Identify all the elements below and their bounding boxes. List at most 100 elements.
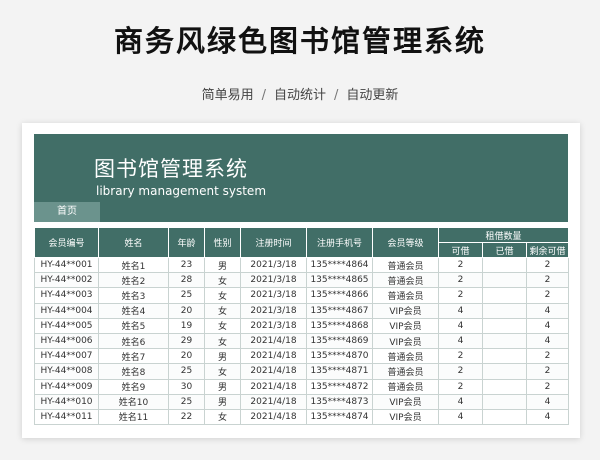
borrowed-cell[interactable] — [482, 287, 527, 304]
member-id-cell[interactable]: HY-44**005 — [34, 317, 99, 334]
remaining-cell[interactable]: 4 — [525, 393, 570, 410]
member-id-cell[interactable]: HY-44**006 — [34, 332, 99, 350]
column-header[interactable]: 注册时间 — [240, 227, 307, 258]
name-cell[interactable]: 姓名3 — [98, 287, 169, 304]
member-level-cell[interactable]: 普通会员 — [372, 348, 439, 365]
register-date-cell[interactable]: 2021/3/18 — [240, 287, 307, 304]
name-cell[interactable]: 姓名2 — [98, 272, 169, 289]
table-row[interactable]: HY-44**006 姓名6 29 女 2021/4/18 135****4869 VIP会… — [34, 332, 570, 350]
age-cell[interactable]: 28 — [168, 272, 205, 289]
gender-cell[interactable]: 女 — [204, 332, 241, 350]
gender-cell[interactable]: 女 — [204, 363, 241, 380]
remaining-cell[interactable]: 4 — [525, 317, 570, 334]
age-cell[interactable]: 25 — [168, 287, 205, 304]
member-level-cell[interactable]: 普通会员 — [372, 256, 439, 274]
name-cell[interactable]: 姓名6 — [98, 332, 169, 350]
member-level-cell[interactable]: 普通会员 — [372, 287, 439, 304]
name-cell[interactable]: 姓名4 — [98, 302, 169, 319]
tab-home[interactable]: 首页 — [34, 202, 100, 222]
member-level-cell[interactable]: VIP会员 — [372, 393, 439, 410]
borrowed-cell[interactable] — [482, 363, 527, 380]
gender-cell[interactable]: 女 — [204, 408, 241, 426]
gender-cell[interactable]: 女 — [204, 302, 241, 319]
gender-cell[interactable]: 男 — [204, 256, 241, 274]
available-cell[interactable]: 4 — [438, 317, 483, 334]
available-cell[interactable]: 2 — [438, 256, 483, 274]
remaining-cell[interactable]: 2 — [525, 378, 570, 395]
available-cell[interactable]: 2 — [438, 378, 483, 395]
table-row[interactable]: HY-44**005 姓名5 19 女 2021/3/18 135****4868 VIP会… — [34, 317, 570, 334]
member-id-cell[interactable]: HY-44**010 — [34, 393, 99, 410]
name-cell[interactable]: 姓名7 — [98, 348, 169, 365]
age-cell[interactable]: 23 — [168, 256, 205, 274]
age-cell[interactable]: 25 — [168, 393, 205, 410]
phone-cell[interactable]: 135****4870 — [306, 348, 373, 365]
phone-cell[interactable]: 135****4868 — [306, 317, 373, 334]
member-id-cell[interactable]: HY-44**011 — [34, 408, 99, 426]
table-row[interactable]: HY-44**004 姓名4 20 女 2021/3/18 135****4867 VIP会… — [34, 302, 570, 319]
borrowed-cell[interactable] — [482, 302, 527, 319]
borrowed-cell[interactable] — [482, 317, 527, 334]
table-row[interactable]: HY-44**008 姓名8 25 女 2021/4/18 135****4871 普通会员… — [34, 363, 570, 380]
remaining-cell[interactable]: 2 — [525, 272, 570, 289]
phone-cell[interactable]: 135****4867 — [306, 302, 373, 319]
age-cell[interactable]: 25 — [168, 363, 205, 380]
phone-cell[interactable]: 135****4865 — [306, 272, 373, 289]
borrowed-cell[interactable] — [482, 393, 527, 410]
column-header[interactable]: 年龄 — [168, 227, 205, 258]
register-date-cell[interactable]: 2021/4/18 — [240, 408, 307, 426]
member-level-cell[interactable]: 普通会员 — [372, 272, 439, 289]
available-cell[interactable]: 4 — [438, 408, 483, 426]
member-level-cell[interactable]: VIP会员 — [372, 332, 439, 350]
age-cell[interactable]: 22 — [168, 408, 205, 426]
phone-cell[interactable]: 135****4873 — [306, 393, 373, 410]
remaining-cell[interactable]: 2 — [525, 363, 570, 380]
column-header[interactable]: 注册手机号 — [306, 227, 373, 258]
remaining-cell[interactable]: 2 — [525, 348, 570, 365]
gender-cell[interactable]: 女 — [204, 272, 241, 289]
group-header-rental-count[interactable]: 租借数量 — [437, 227, 570, 243]
name-cell[interactable]: 姓名5 — [98, 317, 169, 334]
available-cell[interactable]: 2 — [438, 272, 483, 289]
gender-cell[interactable]: 男 — [204, 378, 241, 395]
remaining-cell[interactable]: 4 — [525, 302, 570, 319]
available-cell[interactable]: 2 — [438, 363, 483, 380]
borrowed-cell[interactable] — [482, 378, 527, 395]
column-header[interactable]: 已借 — [482, 242, 527, 258]
register-date-cell[interactable]: 2021/4/18 — [240, 363, 307, 380]
member-id-cell[interactable]: HY-44**004 — [34, 302, 99, 319]
table-row[interactable]: HY-44**003 姓名3 25 女 2021/3/18 135****4866 普通会员… — [34, 287, 570, 304]
member-id-cell[interactable]: HY-44**008 — [34, 363, 99, 380]
remaining-cell[interactable]: 2 — [525, 256, 570, 274]
name-cell[interactable]: 姓名11 — [98, 408, 169, 426]
phone-cell[interactable]: 135****4866 — [306, 287, 373, 304]
remaining-cell[interactable]: 4 — [525, 408, 570, 426]
gender-cell[interactable]: 男 — [204, 348, 241, 365]
register-date-cell[interactable]: 2021/4/18 — [240, 393, 307, 410]
register-date-cell[interactable]: 2021/4/18 — [240, 378, 307, 395]
table-row[interactable]: HY-44**001 姓名1 23 男 2021/3/18 135****4864 普通会员… — [34, 256, 570, 274]
gender-cell[interactable]: 男 — [204, 393, 241, 410]
register-date-cell[interactable]: 2021/3/18 — [240, 317, 307, 334]
column-header[interactable]: 姓名 — [98, 227, 169, 258]
register-date-cell[interactable]: 2021/3/18 — [240, 272, 307, 289]
table-row[interactable]: HY-44**007 姓名7 20 男 2021/4/18 135****4870 普通会员… — [34, 348, 570, 365]
member-id-cell[interactable]: HY-44**007 — [34, 348, 99, 365]
member-level-cell[interactable]: VIP会员 — [372, 317, 439, 334]
borrowed-cell[interactable] — [482, 348, 527, 365]
available-cell[interactable]: 2 — [438, 287, 483, 304]
column-header[interactable]: 剩余可借 — [525, 242, 570, 258]
phone-cell[interactable]: 135****4871 — [306, 363, 373, 380]
member-level-cell[interactable]: VIP会员 — [372, 408, 439, 426]
member-id-cell[interactable]: HY-44**002 — [34, 272, 99, 289]
name-cell[interactable]: 姓名1 — [98, 256, 169, 274]
name-cell[interactable]: 姓名10 — [98, 393, 169, 410]
register-date-cell[interactable]: 2021/3/18 — [240, 302, 307, 319]
member-level-cell[interactable]: VIP会员 — [372, 302, 439, 319]
column-header[interactable]: 可借 — [438, 242, 483, 258]
age-cell[interactable]: 29 — [168, 332, 205, 350]
phone-cell[interactable]: 135****4874 — [306, 408, 373, 426]
remaining-cell[interactable]: 4 — [525, 332, 570, 350]
available-cell[interactable]: 4 — [438, 302, 483, 319]
name-cell[interactable]: 姓名8 — [98, 363, 169, 380]
